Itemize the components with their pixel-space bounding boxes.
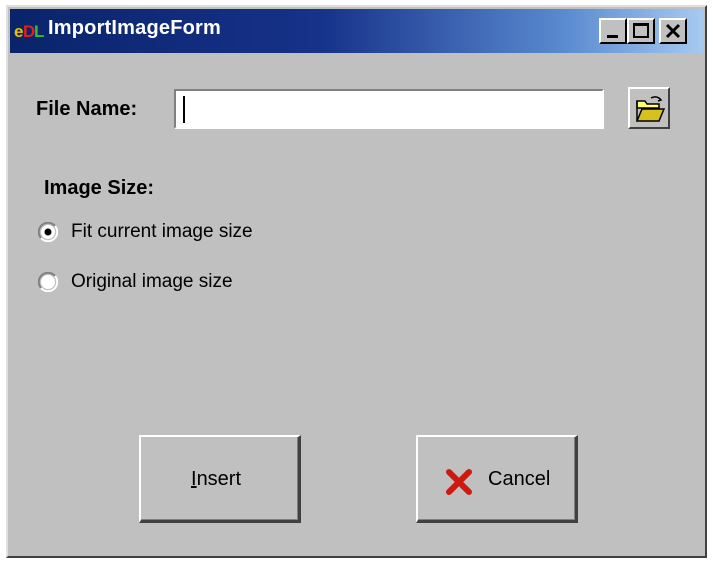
cancel-button[interactable]: Cancel: [416, 435, 578, 523]
radio-original-size[interactable]: [38, 272, 58, 292]
insert-button[interactable]: Insert: [139, 435, 301, 523]
cancel-button-label: Cancel: [488, 468, 551, 490]
insert-button-label: Insert: [191, 468, 241, 491]
file-name-input[interactable]: [174, 89, 604, 129]
open-folder-icon: [635, 96, 665, 122]
svg-text:L: L: [34, 22, 44, 41]
radio-fit-current[interactable]: [38, 222, 58, 242]
app-logo-icon: e D L: [14, 22, 44, 41]
close-button[interactable]: [659, 18, 687, 44]
file-name-label: File Name:: [36, 98, 138, 120]
insert-label-rest: nsert: [196, 468, 242, 490]
maximize-button[interactable]: [627, 18, 655, 44]
minimize-button[interactable]: [599, 18, 627, 44]
title-bar[interactable]: e D L ImportImageForm: [10, 9, 703, 53]
minimize-icon: [607, 35, 618, 38]
radio-original-size-label[interactable]: Original image size: [71, 271, 233, 293]
import-image-window: e D L ImportImageForm File Name: Image S…: [6, 5, 707, 558]
text-caret: [183, 96, 185, 123]
close-icon: [665, 23, 681, 39]
browse-button[interactable]: [628, 87, 670, 129]
maximize-icon: [633, 23, 649, 38]
radio-fit-current-label[interactable]: Fit current image size: [71, 221, 253, 243]
red-x-icon: [446, 469, 472, 495]
image-size-label: Image Size:: [44, 177, 155, 199]
window-title: ImportImageForm: [48, 17, 222, 39]
